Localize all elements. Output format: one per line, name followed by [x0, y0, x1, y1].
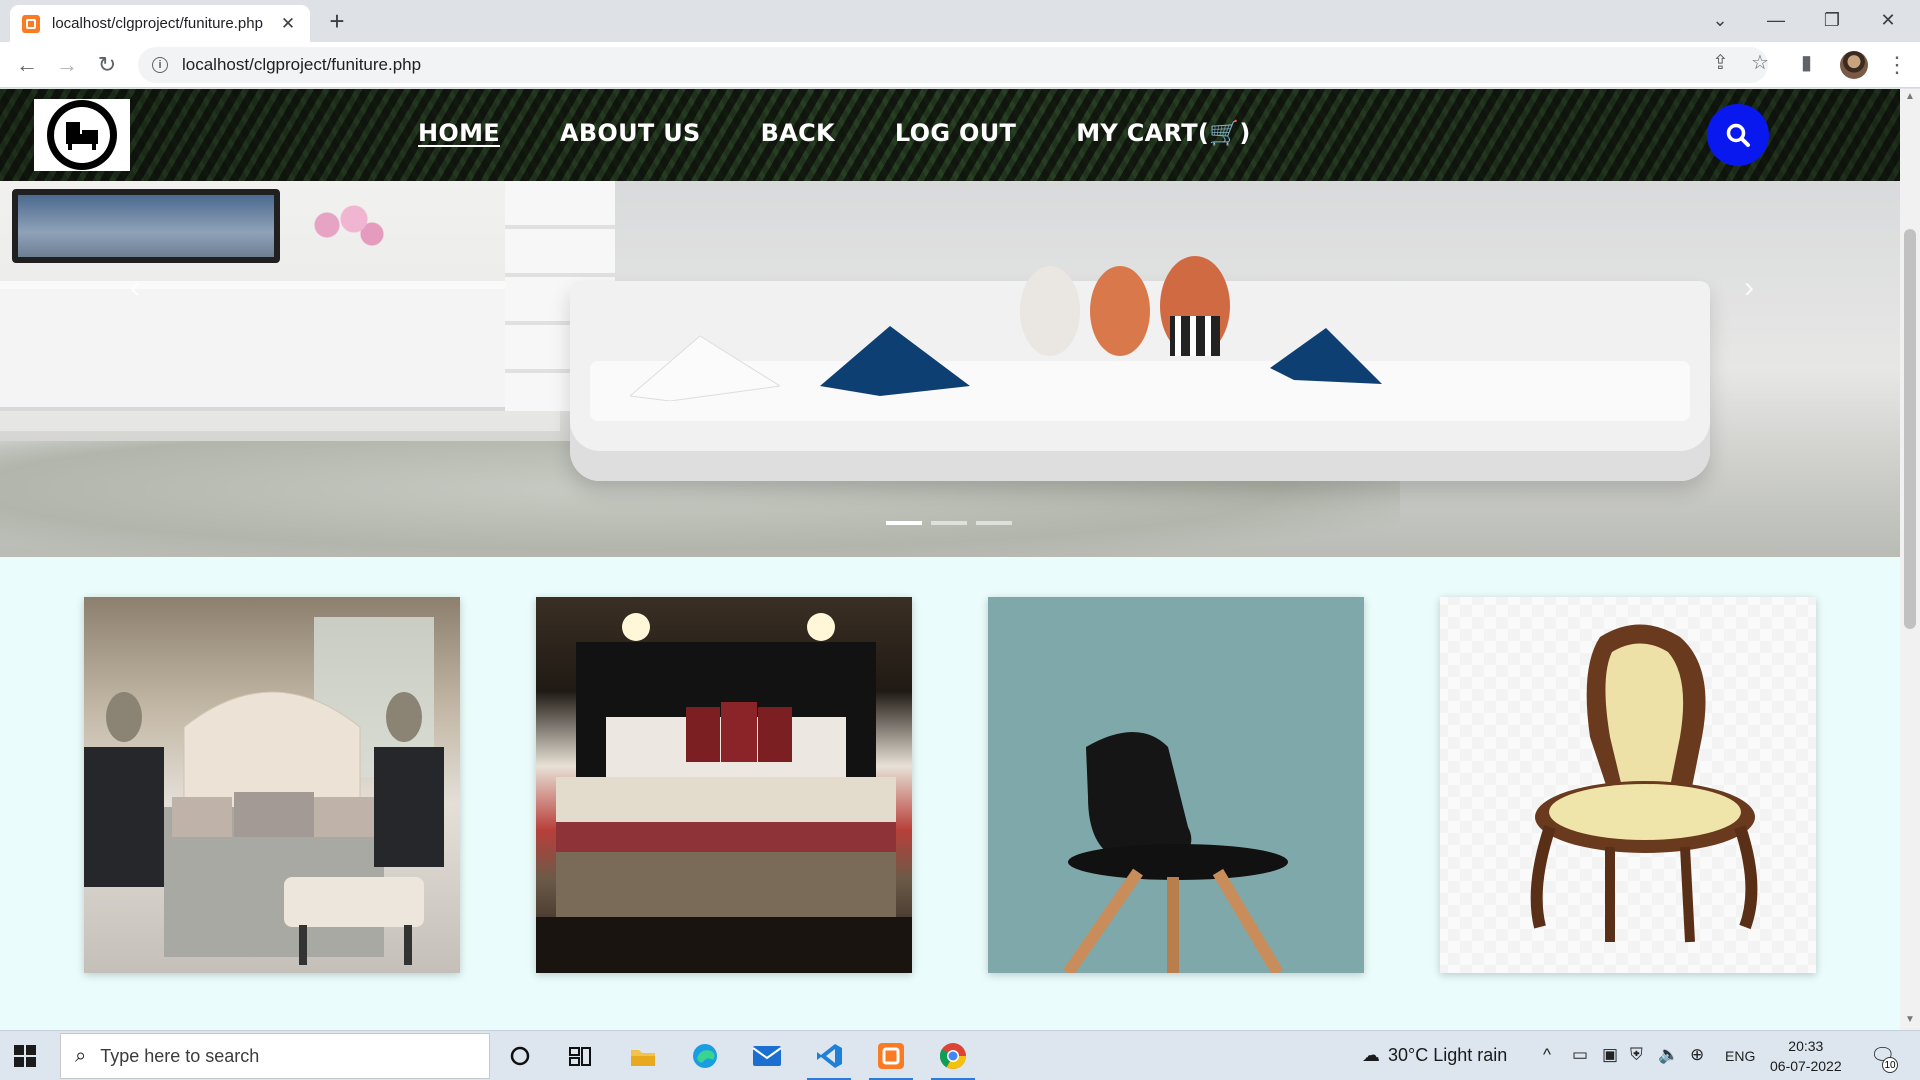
mail-icon[interactable] [737, 1031, 797, 1080]
hero-scene-pillow-blue [820, 326, 970, 396]
product-card-hotel-bed[interactable] [536, 597, 912, 973]
product-card-black-chair[interactable] [988, 597, 1364, 973]
side-panel-icon[interactable]: ▮ [1801, 50, 1812, 75]
product-card-wooden-chair[interactable] [1440, 597, 1816, 973]
forward-arrow-icon[interactable]: → [52, 50, 82, 80]
windows-start-icon[interactable] [14, 1045, 36, 1067]
site-info-icon[interactable]: i [152, 57, 168, 73]
input-language[interactable]: ENG [1725, 1048, 1755, 1064]
file-explorer-icon[interactable] [613, 1031, 673, 1080]
logo-circle [47, 100, 117, 170]
weather-widget[interactable]: ☁ 30°C Light rain [1362, 1045, 1507, 1066]
hero-scene-flowers [300, 201, 390, 261]
hero-scene-pillow-white [630, 335, 780, 401]
page-viewport: HOME ABOUT US BACK LOG OUT MY CART(🛒) ‹ … [0, 89, 1900, 1030]
reload-icon[interactable]: ↻ [92, 50, 122, 80]
nav-cart-link[interactable]: MY CART(🛒) [1076, 119, 1250, 147]
scroll-up-arrow-icon[interactable]: ▲ [1905, 91, 1915, 102]
cortana-icon[interactable] [490, 1031, 550, 1080]
share-icon[interactable]: ⇪ [1712, 50, 1729, 75]
tray-chevron-up-icon[interactable]: ^ [1543, 1045, 1551, 1065]
scroll-down-arrow-icon[interactable]: ▼ [1905, 1014, 1915, 1025]
rain-cloud-icon: ☁ [1362, 1045, 1380, 1065]
taskbar-search-box[interactable]: ⌕ Type here to search [60, 1033, 490, 1079]
browser-tab[interactable]: localhost/clgproject/funiture.php ✕ [10, 5, 310, 42]
hotel-bed-image [536, 613, 912, 973]
wooden-chair-image [1530, 624, 1758, 943]
carousel-indicator-2[interactable] [931, 521, 967, 525]
tab-close-icon[interactable]: ✕ [278, 14, 298, 34]
defender-shield-icon[interactable]: ⛨ [1630, 1045, 1643, 1065]
restore-button[interactable]: ❐ [1804, 0, 1860, 40]
black-chair-image [1063, 732, 1288, 973]
hero-carousel[interactable]: ‹ › [0, 181, 1900, 557]
meet-now-icon[interactable]: ▣ [1602, 1045, 1618, 1065]
browser-toolbar: ← → ↻ i localhost/clgproject/funiture.ph… [0, 42, 1920, 88]
carousel-next-arrow-icon[interactable]: › [1744, 271, 1754, 305]
clock-time: 20:33 [1788, 1038, 1824, 1054]
search-icon [1726, 123, 1750, 147]
battery-icon[interactable]: ▭ [1572, 1045, 1588, 1065]
carousel-indicator-1[interactable] [886, 521, 922, 525]
nav-about-link[interactable]: ABOUT US [560, 119, 701, 147]
carousel-prev-arrow-icon[interactable]: ‹ [130, 271, 140, 305]
main-nav: HOME ABOUT US BACK LOG OUT MY CART(🛒) [418, 119, 1311, 147]
speaker-muted-icon[interactable]: 🔈 [1658, 1045, 1679, 1065]
back-arrow-icon[interactable]: ← [12, 50, 42, 80]
search-icon: ⌕ [75, 1044, 87, 1067]
hero-scene-monitor [12, 189, 280, 263]
site-header: HOME ABOUT US BACK LOG OUT MY CART(🛒) [0, 89, 1900, 181]
notification-count-badge: 10 [1882, 1057, 1898, 1073]
sofa-logo-icon [54, 107, 110, 163]
network-globe-icon[interactable]: ⊕ [1690, 1045, 1704, 1065]
hero-scene-desk [0, 281, 520, 411]
profile-avatar[interactable] [1840, 51, 1868, 79]
carousel-indicator-3[interactable] [976, 521, 1012, 525]
weather-text: 30°C Light rain [1388, 1045, 1508, 1065]
address-bar[interactable]: i localhost/clgproject/funiture.php [138, 47, 1768, 83]
clock-date: 06-07-2022 [1770, 1058, 1842, 1074]
product-card-bedroom[interactable] [84, 597, 460, 973]
taskbar-clock[interactable]: 20:33 06-07-2022 [1770, 1036, 1842, 1076]
taskbar-search-placeholder: Type here to search [100, 1045, 260, 1066]
site-logo[interactable] [34, 99, 130, 171]
scrollbar-thumb[interactable] [1904, 229, 1916, 629]
xampp-favicon-icon [22, 14, 40, 33]
minimize-button[interactable]: — [1748, 0, 1804, 40]
windows-taskbar: ⌕ Type here to search ☁ 30°C Light rain … [0, 1030, 1920, 1080]
tab-title: localhost/clgproject/funiture.php [52, 15, 263, 32]
browser-tab-strip: localhost/clgproject/funiture.php ✕ + ⌄ … [0, 0, 1920, 42]
url-text[interactable]: localhost/clgproject/funiture.php [182, 55, 421, 75]
new-tab-button[interactable]: + [322, 6, 352, 36]
nav-home-link[interactable]: HOME [418, 119, 500, 147]
bookmark-star-icon[interactable]: ☆ [1751, 50, 1769, 75]
bedroom-image [84, 617, 444, 965]
hero-scene-pillow-blue-right [1270, 328, 1382, 384]
tab-search-chevron-icon[interactable]: ⌄ [1692, 0, 1748, 40]
search-button[interactable] [1707, 104, 1769, 166]
nav-back-link[interactable]: BACK [761, 119, 835, 147]
vscode-icon[interactable] [799, 1031, 859, 1080]
xampp-icon[interactable] [861, 1031, 921, 1080]
page-scrollbar[interactable]: ▲ ▼ [1900, 89, 1920, 1030]
hero-scene-plush-toys [1020, 256, 1230, 356]
close-window-button[interactable]: ✕ [1860, 0, 1916, 40]
task-view-icon[interactable] [550, 1031, 610, 1080]
nav-logout-link[interactable]: LOG OUT [895, 119, 1016, 147]
browser-menu-icon[interactable]: ⋮ [1886, 52, 1908, 78]
chrome-icon[interactable] [923, 1031, 983, 1080]
edge-browser-icon[interactable] [675, 1031, 735, 1080]
